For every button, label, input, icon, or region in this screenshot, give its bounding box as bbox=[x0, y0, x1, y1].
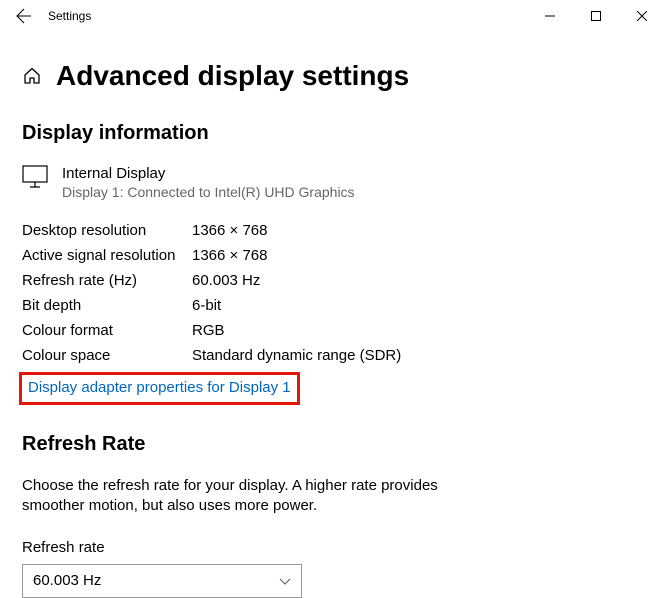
content-area: Advanced display settings Display inform… bbox=[0, 32, 665, 598]
close-icon bbox=[637, 11, 647, 21]
refresh-rate-field-label: Refresh rate bbox=[22, 539, 637, 556]
minimize-button[interactable] bbox=[527, 0, 573, 32]
info-label: Colour format bbox=[22, 322, 192, 339]
back-button[interactable] bbox=[8, 0, 40, 32]
table-row: Active signal resolution 1366 × 768 bbox=[22, 243, 637, 268]
chevron-down-icon bbox=[279, 575, 291, 587]
maximize-icon bbox=[591, 11, 601, 21]
titlebar: Settings bbox=[0, 0, 665, 32]
display-info-heading: Display information bbox=[22, 122, 637, 145]
table-row: Refresh rate (Hz) 60.003 Hz bbox=[22, 268, 637, 293]
minimize-icon bbox=[545, 11, 555, 21]
info-value: Standard dynamic range (SDR) bbox=[192, 347, 401, 364]
display-subtitle: Display 1: Connected to Intel(R) UHD Gra… bbox=[62, 184, 355, 200]
table-row: Colour format RGB bbox=[22, 318, 637, 343]
monitor-icon bbox=[22, 165, 48, 189]
display-identity: Internal Display Display 1: Connected to… bbox=[22, 165, 637, 200]
info-value: 1366 × 768 bbox=[192, 222, 268, 239]
dropdown-value: 60.003 Hz bbox=[33, 572, 101, 589]
table-row: Bit depth 6-bit bbox=[22, 293, 637, 318]
table-row: Colour space Standard dynamic range (SDR… bbox=[22, 343, 637, 368]
refresh-rate-description: Choose the refresh rate for your display… bbox=[22, 476, 462, 517]
info-label: Bit depth bbox=[22, 297, 192, 314]
info-label: Colour space bbox=[22, 347, 192, 364]
refresh-rate-section: Refresh Rate Choose the refresh rate for… bbox=[22, 433, 637, 598]
display-adapter-link[interactable]: Display adapter properties for Display 1 bbox=[28, 379, 291, 396]
info-label: Desktop resolution bbox=[22, 222, 192, 239]
refresh-rate-dropdown[interactable]: 60.003 Hz bbox=[22, 564, 302, 598]
display-name: Internal Display bbox=[62, 165, 355, 182]
info-label: Active signal resolution bbox=[22, 247, 192, 264]
home-icon[interactable] bbox=[22, 66, 42, 86]
highlight-box: Display adapter properties for Display 1 bbox=[19, 372, 300, 405]
maximize-button[interactable] bbox=[573, 0, 619, 32]
info-value: 6-bit bbox=[192, 297, 221, 314]
arrow-left-icon bbox=[16, 8, 32, 24]
window-title: Settings bbox=[48, 9, 91, 23]
refresh-rate-heading: Refresh Rate bbox=[22, 433, 637, 456]
info-value: 1366 × 768 bbox=[192, 247, 268, 264]
display-info-table: Desktop resolution 1366 × 768 Active sig… bbox=[22, 218, 637, 368]
page-header: Advanced display settings bbox=[22, 60, 637, 92]
info-value: RGB bbox=[192, 322, 225, 339]
close-button[interactable] bbox=[619, 0, 665, 32]
info-label: Refresh rate (Hz) bbox=[22, 272, 192, 289]
info-value: 60.003 Hz bbox=[192, 272, 260, 289]
table-row: Desktop resolution 1366 × 768 bbox=[22, 218, 637, 243]
page-title: Advanced display settings bbox=[56, 60, 409, 92]
